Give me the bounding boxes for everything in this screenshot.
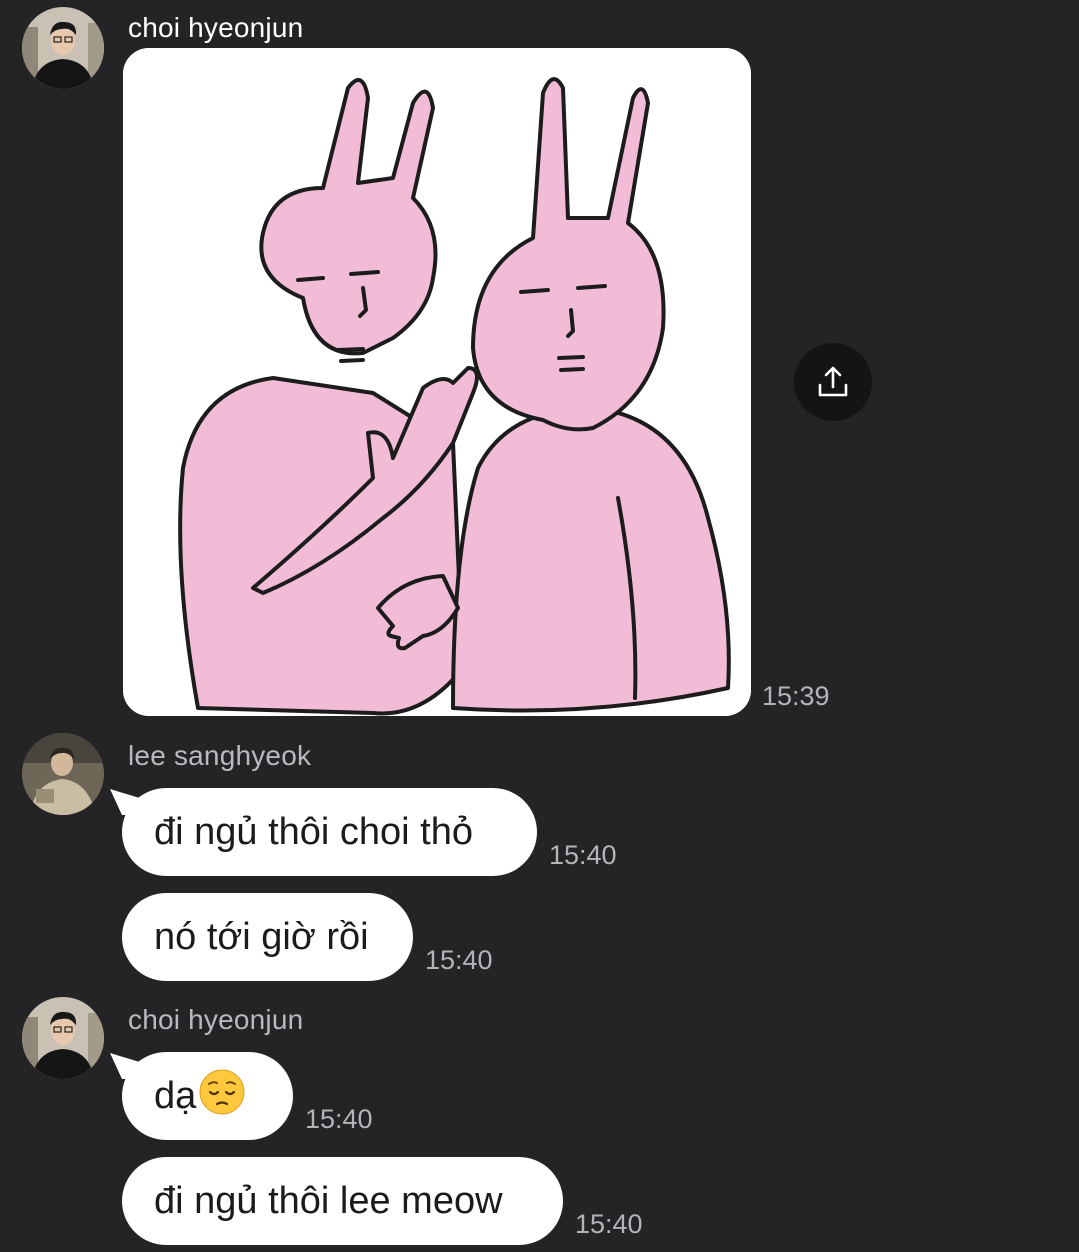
avatar-lee-sanghyeok[interactable] [22, 733, 104, 815]
message-text: nó tới giờ rồi [154, 916, 369, 958]
sticker-image[interactable] [123, 48, 751, 716]
avatar-choi-hyeonjun[interactable] [22, 7, 104, 89]
message-text: dạ [154, 1075, 197, 1117]
message-time: 15:40 [549, 840, 617, 870]
share-button[interactable] [794, 343, 872, 421]
message-time: 15:39 [762, 681, 830, 711]
message-bubble[interactable]: dạ [122, 1052, 293, 1140]
message-time: 15:40 [425, 945, 493, 975]
message-bubble[interactable]: nó tới giờ rồi [122, 893, 413, 981]
message-bubble[interactable]: đi ngủ thôi lee meow [122, 1157, 563, 1245]
sender-name: choi hyeonjun [128, 12, 304, 43]
sender-name: choi hyeonjun [128, 1004, 304, 1035]
avatar-photo [22, 733, 104, 815]
message-time: 15:40 [575, 1209, 643, 1239]
message-bubble[interactable]: đi ngủ thôi choi thỏ [122, 788, 537, 876]
bunny-whisper-sticker [123, 48, 751, 716]
avatar-photo [22, 7, 104, 89]
avatar-choi-hyeonjun[interactable] [22, 997, 104, 1079]
share-upload-icon [818, 366, 848, 397]
avatar-photo [22, 997, 104, 1079]
message-text: đi ngủ thôi choi thỏ [154, 811, 474, 853]
message-time: 15:40 [305, 1104, 373, 1134]
sender-name: lee sanghyeok [128, 740, 312, 771]
pensive-face-icon [199, 1069, 245, 1115]
message-text: đi ngủ thôi lee meow [154, 1180, 503, 1222]
